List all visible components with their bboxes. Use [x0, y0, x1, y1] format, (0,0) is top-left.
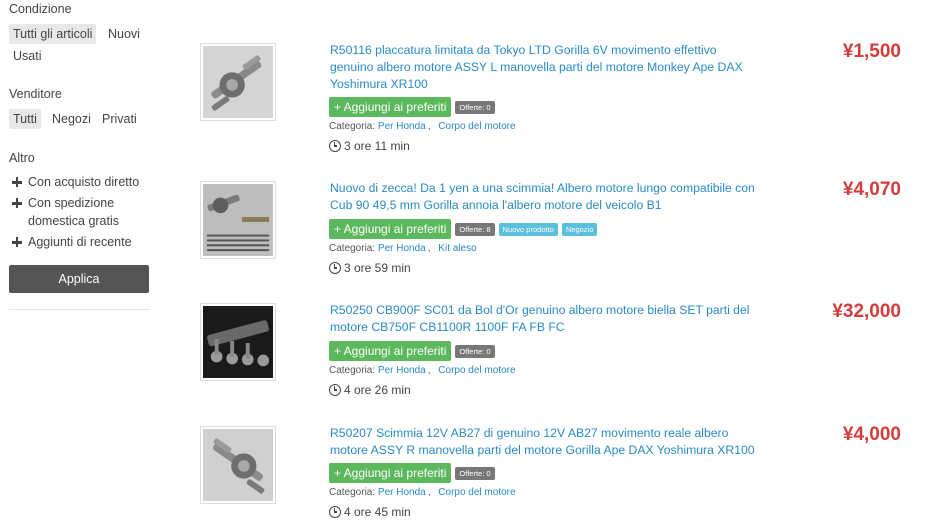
- listing-item: R50207 Scimmia 12V AB27 di genuino 12V A…: [200, 424, 930, 525]
- seller-heading: Venditore: [9, 87, 62, 101]
- category-label: Categoria:: [329, 121, 376, 132]
- new-product-badge: Nuovo prodotto: [498, 222, 558, 236]
- plus-icon: [11, 194, 24, 212]
- product-thumbnail[interactable]: [200, 426, 276, 504]
- category-link[interactable]: Per Honda: [378, 365, 426, 376]
- listing-title-link[interactable]: R50207 Scimmia 12V AB27 di genuino 12V A…: [330, 425, 760, 459]
- bids-badge: Offerte: 8: [455, 222, 495, 236]
- seller-option-shops[interactable]: Negozi: [48, 109, 95, 129]
- listing-price: ¥1,500: [842, 41, 901, 62]
- listing-item: R50250 CB900F SC01 da Bol d'Or genuino a…: [200, 301, 930, 413]
- option-free-shipping-label: Con spedizione domestica gratis: [28, 196, 120, 228]
- plus-icon: [11, 233, 24, 251]
- listing-actions: + Aggiungi ai preferiti Offerte: 8 Nuovo…: [329, 219, 598, 239]
- listing-price: ¥4,070: [842, 179, 901, 200]
- clock-icon: [329, 384, 341, 396]
- time-left: 3 ore 59 min: [329, 261, 411, 275]
- add-to-favorites-button[interactable]: + Aggiungi ai preferiti: [329, 341, 452, 361]
- category-link[interactable]: Per Honda: [378, 243, 426, 254]
- time-left-text: 3 ore 11 min: [344, 139, 410, 153]
- listing-actions: + Aggiungi ai preferiti Offerte: 0: [329, 341, 495, 361]
- listing-title-link[interactable]: R50116 placcatura limitata da Tokyo LTD …: [330, 42, 760, 93]
- bids-badge: Offerte: 0: [455, 344, 495, 358]
- time-left-text: 4 ore 45 min: [344, 505, 411, 519]
- crankshaft-rods-photo: [203, 306, 273, 378]
- product-thumbnail[interactable]: [200, 181, 276, 259]
- add-to-favorites-button[interactable]: + Aggiungi ai preferiti: [329, 463, 452, 483]
- option-recently-added[interactable]: Aggiunti di recente: [11, 233, 151, 251]
- add-to-favorites-button[interactable]: + Aggiungi ai preferiti: [329, 219, 452, 239]
- clock-icon: [329, 506, 341, 518]
- category-link[interactable]: Corpo del motore: [438, 365, 515, 376]
- crankshaft-photo: [203, 46, 273, 118]
- category-line: Categoria: Per Honda, Corpo del motore: [329, 487, 516, 498]
- time-left: 4 ore 45 min: [329, 505, 411, 519]
- listing-title-link[interactable]: Nuovo di zecca! Da 1 yen a una scimmia! …: [330, 180, 760, 214]
- category-link[interactable]: Per Honda: [378, 487, 426, 498]
- listing-title-link[interactable]: R50250 CB900F SC01 da Bol d'Or genuino a…: [330, 302, 760, 336]
- category-label: Categoria:: [329, 365, 376, 376]
- seller-option-private[interactable]: Privati: [98, 109, 141, 129]
- product-thumbnail[interactable]: [200, 303, 276, 381]
- condition-heading: Condizione: [9, 2, 72, 16]
- sidebar-divider: [9, 309, 150, 310]
- other-heading: Altro: [9, 151, 35, 165]
- listing-price: ¥4,000: [842, 424, 901, 445]
- apply-button[interactable]: Applica: [9, 265, 149, 293]
- crankshaft-kit-photo: [203, 184, 273, 256]
- time-left: 3 ore 11 min: [329, 139, 410, 153]
- option-buy-now-label: Con acquisto diretto: [28, 175, 140, 189]
- category-line: Categoria: Per Honda, Corpo del motore: [329, 365, 516, 376]
- condition-option-used[interactable]: Usati: [9, 46, 45, 66]
- bids-badge: Offerte: 0: [455, 466, 495, 480]
- category-line: Categoria: Per Honda, Kit aleso: [329, 243, 477, 254]
- listing-item: Nuovo di zecca! Da 1 yen a una scimmia! …: [200, 179, 930, 291]
- category-link[interactable]: Kit aleso: [438, 243, 476, 254]
- clock-icon: [329, 140, 341, 152]
- listing-item: R50116 placcatura limitata da Tokyo LTD …: [200, 41, 930, 153]
- listing-actions: + Aggiungi ai preferiti Offerte: 0: [329, 463, 495, 483]
- bids-badge: Offerte: 0: [455, 100, 495, 114]
- category-link[interactable]: Corpo del motore: [438, 121, 515, 132]
- option-recently-added-label: Aggiunti di recente: [28, 235, 132, 249]
- option-buy-now[interactable]: Con acquisto diretto: [11, 173, 151, 191]
- category-label: Categoria:: [329, 487, 376, 498]
- seller-option-all[interactable]: Tutti: [9, 109, 41, 129]
- category-line: Categoria: Per Honda, Corpo del motore: [329, 121, 516, 132]
- condition-option-new[interactable]: Nuovi: [104, 24, 144, 44]
- listing-actions: + Aggiungi ai preferiti Offerte: 0: [329, 97, 495, 117]
- listing-price: ¥32,000: [832, 301, 901, 322]
- plus-icon: [11, 173, 24, 191]
- time-left: 4 ore 26 min: [329, 383, 411, 397]
- product-thumbnail[interactable]: [200, 43, 276, 121]
- shop-badge: Negozio: [561, 222, 598, 236]
- filter-sidebar: Condizione Tutti gli articoli Nuovi Usat…: [0, 0, 160, 525]
- category-label: Categoria:: [329, 243, 376, 254]
- condition-option-all[interactable]: Tutti gli articoli: [9, 24, 97, 44]
- option-free-shipping[interactable]: Con spedizione domestica gratis: [11, 194, 139, 230]
- crankshaft-photo: [203, 429, 273, 501]
- add-to-favorites-button[interactable]: + Aggiungi ai preferiti: [329, 97, 452, 117]
- time-left-text: 4 ore 26 min: [344, 383, 411, 397]
- category-link[interactable]: Per Honda: [378, 121, 426, 132]
- clock-icon: [329, 262, 341, 274]
- category-link[interactable]: Corpo del motore: [438, 487, 515, 498]
- time-left-text: 3 ore 59 min: [344, 261, 411, 275]
